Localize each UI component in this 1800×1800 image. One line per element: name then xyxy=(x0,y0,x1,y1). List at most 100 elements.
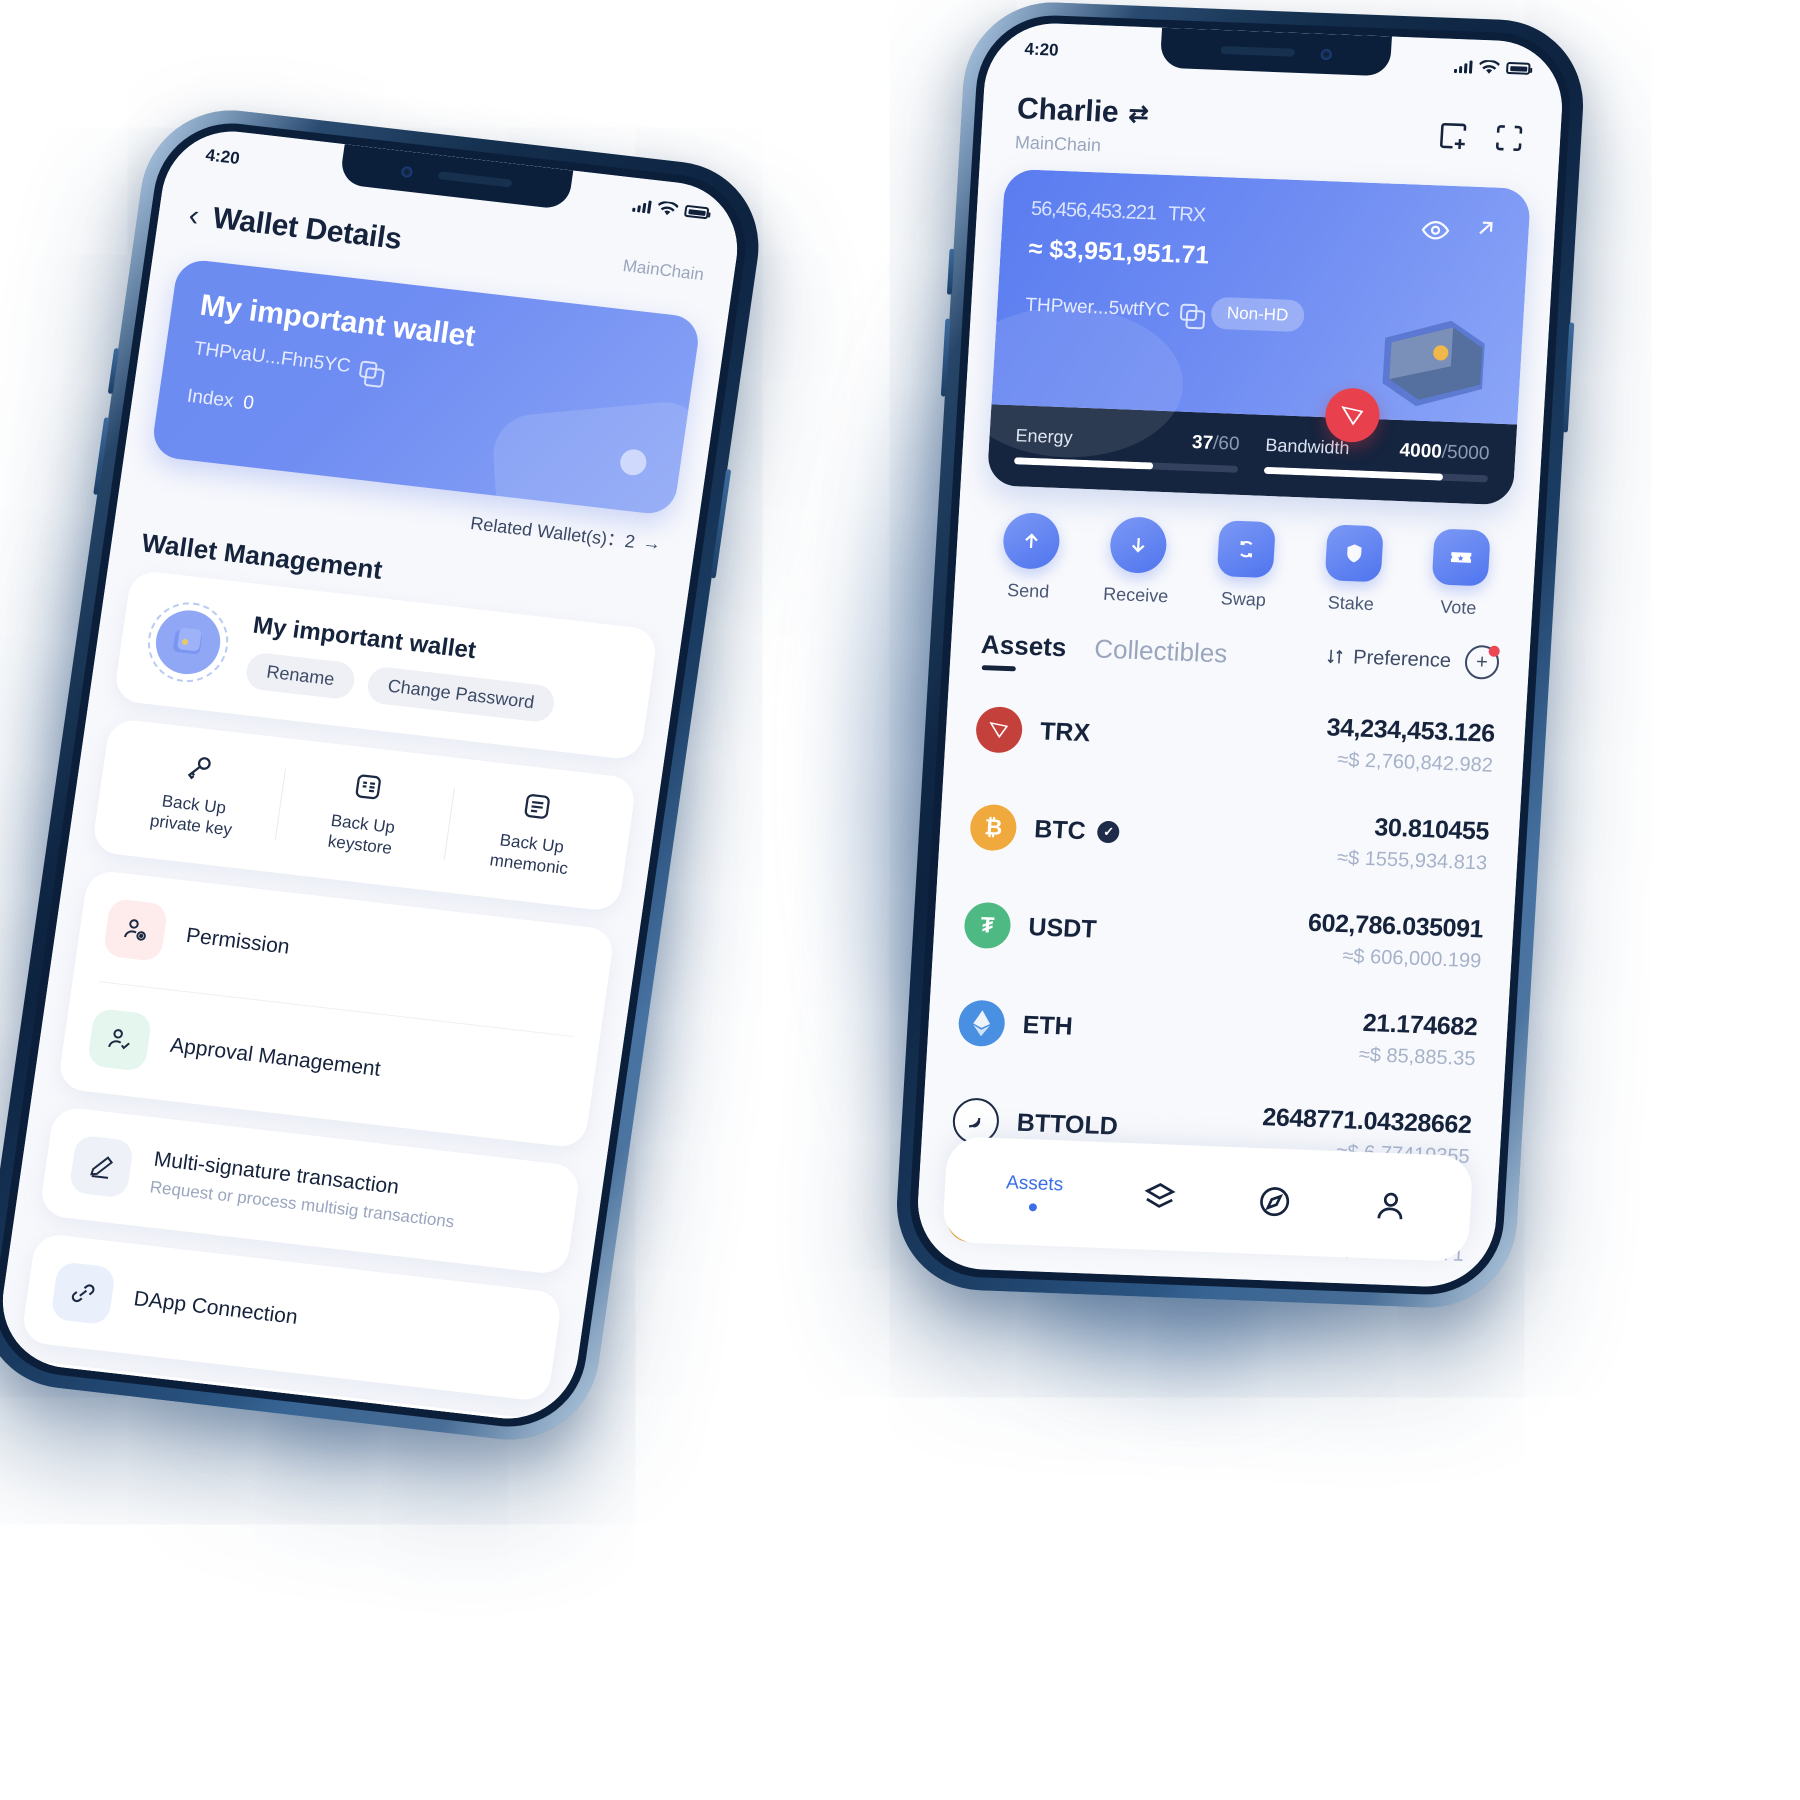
asset-symbol: ETH xyxy=(1021,1010,1074,1041)
asset-amount: 30.810455 xyxy=(1373,813,1490,846)
verified-badge-icon: ✓ xyxy=(1097,820,1121,844)
keystore-icon xyxy=(355,774,381,800)
phone-left-screen: 4:20 ‹ Wallet Details MainChain My impor… xyxy=(0,124,747,1426)
eye-icon[interactable] xyxy=(1420,215,1452,246)
header-icons xyxy=(1435,108,1528,155)
switch-account-icon[interactable]: ⇄ xyxy=(1128,99,1150,129)
preference-controls: Preference + xyxy=(1324,639,1500,690)
asset-usd: ≈$ 85,885.35 xyxy=(1358,1043,1477,1071)
tab-discover-nav[interactable] xyxy=(1255,1182,1295,1221)
index-value: 0 xyxy=(241,392,256,415)
copy-icon-right[interactable] xyxy=(1179,303,1198,321)
add-token-icon[interactable]: + xyxy=(1463,644,1500,680)
delete-wallet-button[interactable]: Delete wallet xyxy=(208,1409,343,1426)
balance-amount: 56,456,453.221 xyxy=(1030,197,1157,225)
balance-card-top: 56,456,453.221 TRX ≈ $3,951,951.71 THPwe… xyxy=(986,168,1532,462)
asset-amount: 2648771.04328662 xyxy=(1261,1103,1473,1140)
menu-item-dapp-label: DApp Connection xyxy=(132,1286,300,1329)
tab-profile-nav[interactable] xyxy=(1371,1186,1411,1225)
account-header: Charlie ⇄ MainChain xyxy=(980,75,1563,180)
add-wallet-icon[interactable] xyxy=(1435,118,1471,153)
asset-symbol: BTTOLD xyxy=(1016,1108,1119,1141)
screenshot-stage: 4:20 ‹ Wallet Details MainChain My impor… xyxy=(0,0,1800,1800)
preference-button[interactable]: Preference xyxy=(1325,645,1452,673)
rename-button[interactable]: Rename xyxy=(244,650,357,700)
arrow-down-icon xyxy=(1109,516,1169,575)
volume-down-button[interactable] xyxy=(93,417,110,495)
hd-badge: Non-HD xyxy=(1209,296,1306,333)
discover-icon xyxy=(1260,1187,1290,1217)
menu-item-multisig-text: Multi-signature transaction Request or p… xyxy=(148,1147,456,1231)
layers-icon xyxy=(1144,1183,1176,1208)
phone-right-screen: 4:20 Charlie ⇄ MainChain 56,456,453.221 … xyxy=(914,21,1566,1289)
phone-left-bezel: 4:20 ‹ Wallet Details MainChain My impor… xyxy=(0,115,756,1435)
quick-actions: Send Receive Swap Stake Vote xyxy=(953,484,1538,631)
wifi-icon xyxy=(657,200,679,215)
resource-energy-bar xyxy=(1013,457,1239,473)
status-icons-right xyxy=(1453,58,1531,76)
tether-icon: ₮ xyxy=(963,901,1012,950)
power-button-right[interactable] xyxy=(1562,322,1575,433)
account-name-row[interactable]: Charlie ⇄ xyxy=(1016,92,1150,131)
asset-symbol-wrap: BTC ✓ xyxy=(1033,815,1121,847)
balance-unit: TRX xyxy=(1167,203,1206,227)
backup-private-key-button[interactable]: Back Up private key xyxy=(105,743,286,846)
tab-collectibles[interactable]: Collectibles xyxy=(1093,633,1229,679)
action-stake[interactable]: Stake xyxy=(1298,523,1407,616)
asset-usd: ≈$ 2,760,842.982 xyxy=(1336,748,1494,777)
volume-up-button[interactable] xyxy=(107,347,120,395)
shield-icon xyxy=(1324,524,1384,583)
swap-icon xyxy=(1216,520,1276,579)
backup-mnemonic-button[interactable]: Back Up mnemonic xyxy=(443,782,624,885)
bottom-tab-bar: Assets xyxy=(941,1136,1474,1263)
volume-up-button-right[interactable] xyxy=(946,248,955,295)
permissions-card: Permission Approval Management xyxy=(57,868,616,1149)
mnemonic-icon xyxy=(524,794,550,819)
backup-private-key-label: Back Up private key xyxy=(148,791,234,840)
key-icon xyxy=(187,757,211,780)
scan-qr-icon[interactable] xyxy=(1491,120,1527,155)
avatar[interactable] xyxy=(142,598,234,687)
phone-left: 4:20 ‹ Wallet Details MainChain My impor… xyxy=(0,100,771,1450)
wallet-details-page: ‹ Wallet Details MainChain My important … xyxy=(0,124,747,1426)
chevron-left-icon[interactable]: ‹ xyxy=(187,199,202,233)
sort-icon xyxy=(1327,649,1343,664)
tab-assets-nav[interactable]: Assets xyxy=(1005,1172,1064,1212)
asset-symbol: USDT xyxy=(1027,912,1098,944)
action-vote[interactable]: Vote xyxy=(1406,528,1515,621)
bitcoin-icon: ₿ xyxy=(968,803,1018,852)
backup-keystore-button[interactable]: Back Up keystore xyxy=(274,762,455,865)
asset-usd: ≈$ 1555,934.813 xyxy=(1336,846,1488,875)
tab-assets[interactable]: Assets xyxy=(980,629,1067,673)
menu-item-permission-label: Permission xyxy=(184,923,292,959)
volume-down-button-right[interactable] xyxy=(940,318,951,397)
resource-bandwidth-value: 4000/5000 xyxy=(1398,440,1490,465)
tab-layers-nav[interactable] xyxy=(1139,1177,1179,1216)
asset-amount: 34,234,453.126 xyxy=(1325,713,1496,748)
card-decoration-1 xyxy=(490,398,702,517)
action-swap-label: Swap xyxy=(1220,588,1267,610)
account-block[interactable]: Charlie ⇄ MainChain xyxy=(1014,92,1149,158)
asset-amounts: 34,234,453.126 ≈$ 2,760,842.982 xyxy=(1324,713,1496,777)
action-vote-label: Vote xyxy=(1439,596,1477,619)
signal-icon-right xyxy=(1453,59,1473,74)
wallet-address: THPvaU...Fhn5YC xyxy=(192,338,352,378)
external-link-icon[interactable] xyxy=(1472,215,1500,242)
balance-card: 56,456,453.221 TRX ≈ $3,951,951.71 THPwe… xyxy=(986,168,1532,506)
power-button[interactable] xyxy=(710,469,732,579)
approval-user-icon xyxy=(86,1007,153,1072)
change-password-button[interactable]: Change Password xyxy=(365,664,557,724)
copy-icon[interactable] xyxy=(359,359,379,379)
pencil-icon xyxy=(68,1134,135,1199)
status-time: 4:20 xyxy=(204,145,241,169)
action-receive[interactable]: Receive xyxy=(1083,515,1192,608)
wallet-home-page: Charlie ⇄ MainChain 56,456,453.221 TRX ≈… xyxy=(914,21,1566,1289)
action-send[interactable]: Send xyxy=(976,511,1085,604)
page-title: Wallet Details xyxy=(210,201,404,257)
earpiece-speaker xyxy=(437,171,512,188)
action-swap[interactable]: Swap xyxy=(1191,519,1300,612)
arrow-right-icon: → xyxy=(641,531,663,554)
resource-bandwidth-row: Bandwidth 4000/5000 xyxy=(1265,435,1490,466)
action-send-label: Send xyxy=(1006,580,1050,602)
resource-bandwidth[interactable]: Bandwidth 4000/5000 xyxy=(1263,435,1490,483)
